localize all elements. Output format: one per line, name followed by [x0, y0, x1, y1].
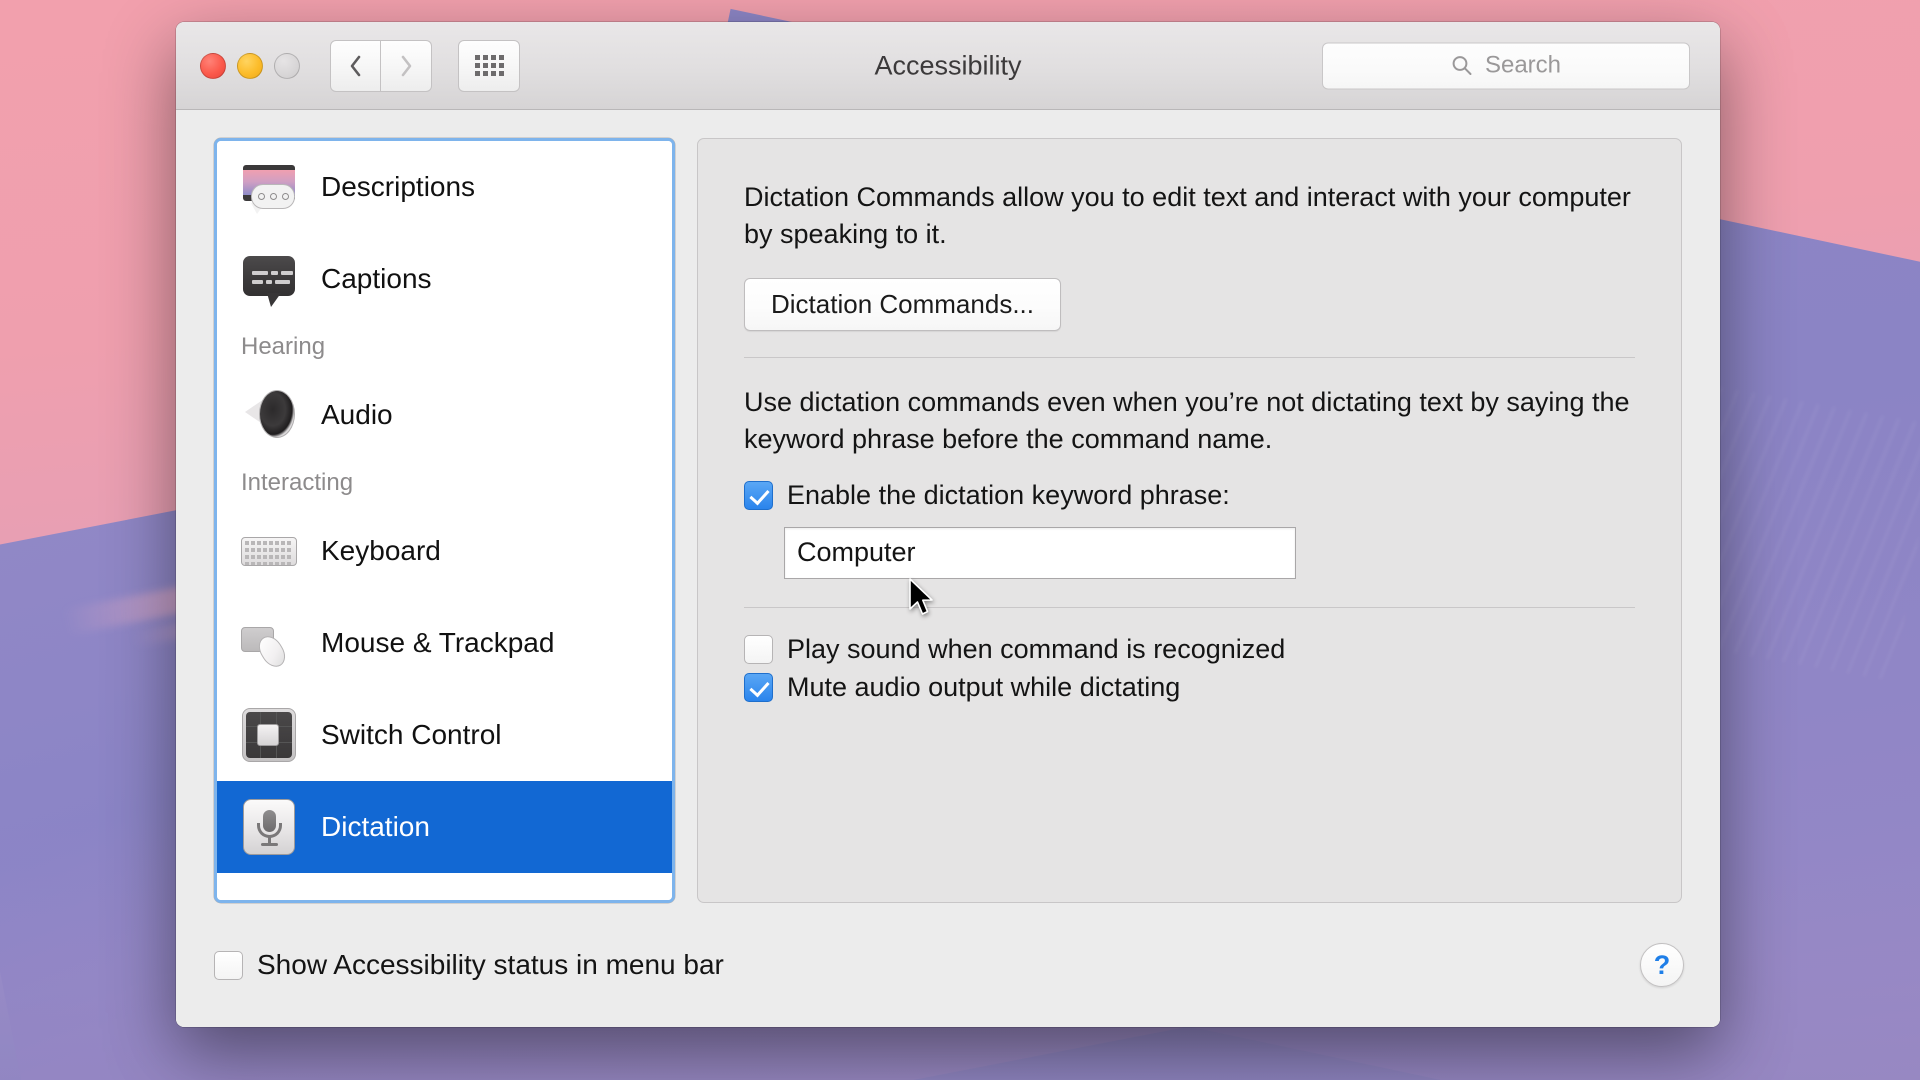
chevron-left-icon	[350, 55, 360, 76]
enable-keyword-label: Enable the dictation keyword phrase:	[787, 479, 1230, 510]
keyword-section: Use dictation commands even when you’re …	[744, 358, 1635, 579]
search-icon	[1452, 56, 1472, 75]
show-status-row[interactable]: Show Accessibility status in menu bar	[214, 949, 724, 981]
mute-audio-checkbox[interactable]	[744, 672, 773, 702]
sidebar-item-label: Audio	[321, 399, 393, 430]
sidebar-item-keyboard[interactable]: Keyboard	[217, 505, 672, 597]
sidebar-item-label: Mouse & Trackpad	[321, 627, 555, 658]
dictation-intro-text: Dictation Commands allow you to edit tex…	[744, 182, 1631, 249]
microphone-icon	[239, 797, 299, 857]
play-sound-row[interactable]: Play sound when command is recognized	[744, 634, 1635, 665]
show-status-label: Show Accessibility status in menu bar	[257, 949, 724, 980]
sidebar-item-mouse-trackpad[interactable]: Mouse & Trackpad	[217, 597, 672, 689]
chevron-right-icon	[401, 55, 412, 76]
keyword-description-text: Use dictation commands even when you’re …	[744, 387, 1630, 455]
enable-keyword-checkbox[interactable]	[744, 480, 773, 510]
sidebar-item-audio[interactable]: Audio	[217, 369, 672, 461]
sidebar-item-label: Keyboard	[321, 535, 441, 566]
navigation-buttons	[330, 39, 432, 92]
sidebar-item-label: Switch Control	[321, 719, 502, 750]
help-button[interactable]: ?	[1640, 943, 1684, 987]
enable-keyword-row[interactable]: Enable the dictation keyword phrase:	[744, 480, 1635, 511]
mute-audio-label: Mute audio output while dictating	[787, 671, 1181, 702]
sidebar-item-label: Descriptions	[321, 171, 476, 202]
keyword-phrase-input[interactable]: Computer	[784, 526, 1296, 579]
sidebar-item-dictation[interactable]: Dictation	[217, 781, 672, 873]
captions-icon	[239, 249, 299, 309]
dictation-commands-button[interactable]: Dictation Commands...	[744, 278, 1061, 332]
sidebar-item-label: Captions	[321, 263, 432, 294]
window-content: Descriptions Captions Hearing Audio Inte…	[176, 110, 1720, 1027]
dictation-settings-panel: Dictation Commands allow you to edit tex…	[697, 138, 1682, 903]
sidebar-item-switch-control[interactable]: Switch Control	[217, 689, 672, 781]
keyboard-icon	[239, 521, 299, 581]
sidebar-item-captions[interactable]: Captions	[217, 233, 672, 325]
minimize-button[interactable]	[237, 52, 263, 79]
search-input[interactable]: Search	[1322, 42, 1690, 89]
forward-button[interactable]	[381, 39, 432, 92]
play-sound-label: Play sound when command is recognized	[787, 633, 1286, 664]
system-preferences-window: Accessibility Search Descriptions Captio…	[176, 22, 1720, 1027]
play-sound-checkbox[interactable]	[744, 634, 773, 664]
zoom-button[interactable]	[274, 52, 300, 79]
mute-audio-row[interactable]: Mute audio output while dictating	[744, 672, 1635, 703]
close-button[interactable]	[200, 52, 226, 79]
back-button[interactable]	[330, 39, 381, 92]
sidebar-group-interacting: Interacting	[241, 469, 354, 496]
window-bottom-bar: Show Accessibility status in menu bar ?	[176, 903, 1720, 1027]
grid-icon	[474, 55, 504, 76]
sidebar-group-hearing: Hearing	[241, 333, 326, 360]
sidebar-item-descriptions[interactable]: Descriptions	[217, 141, 672, 233]
window-titlebar: Accessibility Search	[176, 22, 1720, 110]
show-status-checkbox[interactable]	[214, 950, 243, 980]
sidebar-scroll-area[interactable]: Descriptions Captions Hearing Audio Inte…	[217, 141, 672, 900]
mouse-trackpad-icon	[239, 613, 299, 673]
sidebar-item-label: Dictation	[321, 811, 430, 842]
show-all-button[interactable]	[458, 39, 520, 92]
descriptions-icon	[239, 157, 299, 217]
traffic-light-buttons	[200, 52, 300, 79]
search-placeholder: Search	[1484, 51, 1562, 79]
sound-options-section: Play sound when command is recognized Mu…	[744, 608, 1635, 703]
audio-icon	[239, 385, 299, 445]
switch-control-icon	[239, 705, 299, 765]
accessibility-category-list: Descriptions Captions Hearing Audio Inte…	[214, 138, 675, 903]
